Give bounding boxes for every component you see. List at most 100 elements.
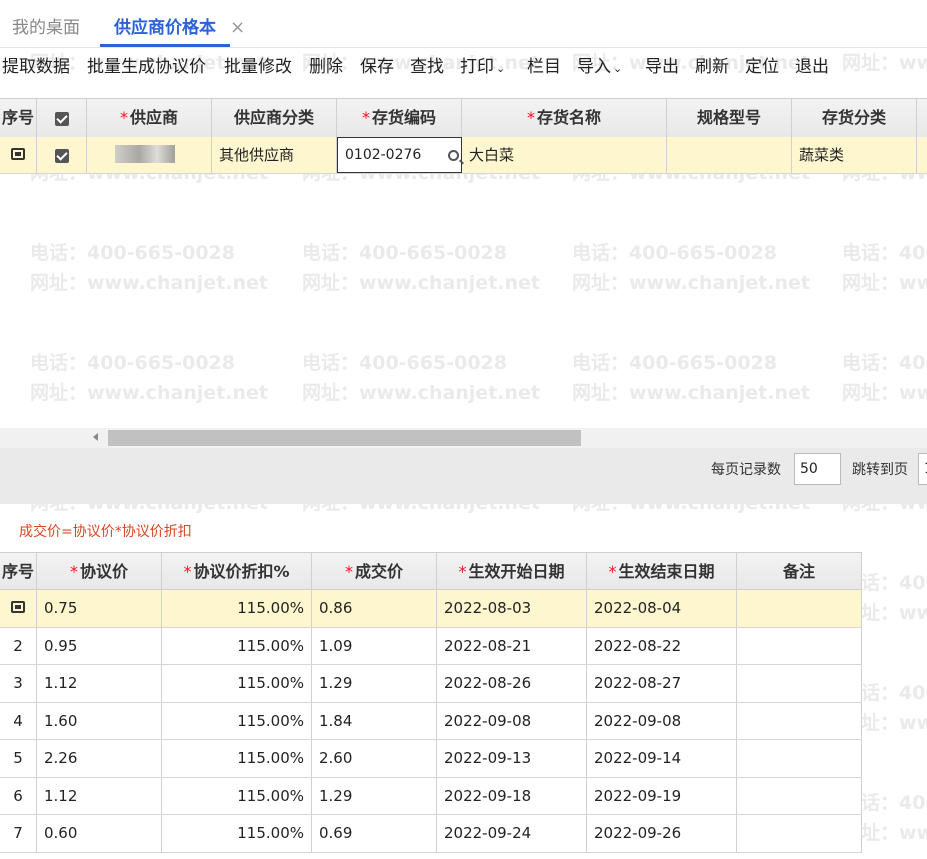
select-all-checkbox[interactable] — [54, 111, 69, 126]
agreed-price-cell[interactable]: 2.26 — [37, 740, 162, 777]
col-header-inventory-category[interactable]: 存货分类 — [792, 99, 917, 137]
agreed-price-cell[interactable]: 0.95 — [37, 627, 162, 664]
index-cell[interactable]: 6 — [0, 777, 37, 814]
end-date-cell[interactable]: 2022-09-19 — [587, 777, 737, 814]
end-date-cell[interactable]: 2022-08-27 — [587, 665, 737, 702]
agreed-price-cell[interactable]: 0.75 — [37, 590, 162, 627]
table-row[interactable]: 4 1.60 115.00% 1.84 2022-09-08 2022-09-08 — [0, 702, 862, 740]
refresh-button[interactable]: 刷新 — [695, 49, 729, 85]
deal-price-cell[interactable]: 1.09 — [312, 627, 437, 664]
discount-cell[interactable]: 115.00% — [162, 702, 312, 739]
inventory-category-cell[interactable]: 蔬菜类 — [792, 137, 917, 173]
agreed-price-cell[interactable]: 1.12 — [37, 665, 162, 702]
discount-cell[interactable]: 115.00% — [162, 777, 312, 814]
end-date-cell[interactable]: 2022-08-22 — [587, 627, 737, 664]
print-button[interactable]: 打印 ⌄ — [460, 49, 505, 85]
index-cell[interactable]: 2 — [0, 627, 37, 664]
end-date-cell[interactable]: 2022-09-26 — [587, 815, 737, 852]
col-header-note[interactable]: 备注 — [737, 553, 862, 589]
inventory-code-cell[interactable]: 0102-0276 — [337, 137, 462, 173]
note-cell[interactable] — [737, 777, 862, 814]
supplier-cell[interactable] — [87, 137, 212, 173]
table-row[interactable]: 2 0.95 115.00% 1.09 2022-08-21 2022-08-22 — [0, 627, 862, 665]
discount-cell[interactable]: 115.00% — [162, 590, 312, 627]
deal-price-cell[interactable]: 2.60 — [312, 740, 437, 777]
discount-cell[interactable]: 115.00% — [162, 627, 312, 664]
deal-price-cell[interactable]: 1.29 — [312, 777, 437, 814]
deal-price-cell[interactable]: 1.29 — [312, 665, 437, 702]
start-date-cell[interactable]: 2022-08-26 — [437, 665, 587, 702]
index-cell[interactable]: 5 — [0, 740, 37, 777]
search-icon[interactable] — [448, 150, 459, 161]
gear-icon[interactable] — [11, 601, 25, 613]
col-header-supplier-category[interactable]: 供应商分类 — [212, 99, 337, 137]
index-cell[interactable]: 3 — [0, 665, 37, 702]
supplier-category-cell[interactable]: 其他供应商 — [212, 137, 337, 173]
note-cell[interactable] — [737, 627, 862, 664]
import-button[interactable]: 导入 ⌄ — [577, 49, 622, 85]
batch-generate-price-button[interactable]: 批量生成协议价 — [87, 49, 206, 85]
index-cell[interactable]: 7 — [0, 815, 37, 852]
table-row[interactable]: 6 1.12 115.00% 1.29 2022-09-18 2022-09-19 — [0, 777, 862, 815]
table-row[interactable]: 5 2.26 115.00% 2.60 2022-09-13 2022-09-14 — [0, 740, 862, 778]
col-header-supplier[interactable]: * 供应商 — [87, 99, 212, 137]
note-cell[interactable] — [737, 815, 862, 852]
columns-button[interactable]: 栏目 — [527, 49, 561, 85]
start-date-cell[interactable]: 2022-09-13 — [437, 740, 587, 777]
col-header-spec[interactable]: 规格型号 — [667, 99, 792, 137]
row-settings-cell[interactable] — [0, 137, 37, 173]
end-date-cell[interactable]: 2022-09-14 — [587, 740, 737, 777]
col-header-agreed-price[interactable]: * 协议价 — [37, 553, 162, 589]
close-icon[interactable]: × — [230, 0, 245, 56]
col-header-discount[interactable]: * 协议价折扣% — [162, 553, 312, 589]
start-date-cell[interactable]: 2022-08-03 — [437, 590, 587, 627]
extract-data-button[interactable]: 提取数据 — [2, 49, 70, 85]
inventory-name-cell[interactable]: 大白菜 — [462, 137, 667, 173]
locate-button[interactable]: 定位 — [745, 49, 779, 85]
save-button[interactable]: 保存 — [360, 49, 394, 85]
start-date-cell[interactable]: 2022-09-18 — [437, 777, 587, 814]
col-header-inventory-code[interactable]: * 存货编码 — [337, 99, 462, 137]
index-cell[interactable] — [0, 590, 37, 627]
tab-home[interactable]: 我的桌面 — [12, 0, 80, 47]
agreed-price-cell[interactable]: 0.60 — [37, 815, 162, 852]
table-row[interactable]: 0.75 115.00% 0.86 2022-08-03 2022-08-04 — [0, 590, 862, 628]
note-cell[interactable] — [737, 702, 862, 739]
discount-cell[interactable]: 115.00% — [162, 815, 312, 852]
gear-icon[interactable] — [11, 148, 25, 160]
col-header-inventory-name[interactable]: * 存货名称 — [462, 99, 667, 137]
end-date-cell[interactable]: 2022-09-08 — [587, 702, 737, 739]
scroll-thumb[interactable] — [108, 430, 581, 446]
start-date-cell[interactable]: 2022-09-08 — [437, 702, 587, 739]
end-date-cell[interactable]: 2022-08-04 — [587, 590, 737, 627]
note-cell[interactable] — [737, 590, 862, 627]
discount-cell[interactable]: 115.00% — [162, 665, 312, 702]
table-row[interactable]: 其他供应商 0102-0276 大白菜 蔬菜类 — [0, 137, 927, 174]
scroll-left-icon[interactable] — [93, 433, 98, 441]
col-header-select[interactable] — [37, 99, 87, 137]
table-row[interactable]: 3 1.12 115.00% 1.29 2022-08-26 2022-08-27 — [0, 665, 862, 703]
col-header-start-date[interactable]: * 生效开始日期 — [437, 553, 587, 589]
export-button[interactable]: 导出 — [645, 49, 679, 85]
find-button[interactable]: 查找 — [410, 49, 444, 85]
per-page-input[interactable]: 50 — [794, 453, 841, 485]
spec-cell[interactable] — [667, 137, 792, 173]
row-select-cell[interactable] — [37, 137, 87, 173]
delete-button[interactable]: 删除 — [309, 49, 343, 85]
note-cell[interactable] — [737, 665, 862, 702]
start-date-cell[interactable]: 2022-08-21 — [437, 627, 587, 664]
horizontal-scrollbar[interactable] — [0, 428, 927, 448]
note-cell[interactable] — [737, 740, 862, 777]
tab-supplier-price-book[interactable]: 供应商价格本 — [100, 0, 230, 47]
deal-price-cell[interactable]: 0.69 — [312, 815, 437, 852]
inventory-code-input[interactable]: 0102-0276 — [337, 137, 462, 173]
table-row[interactable]: 7 0.60 115.00% 0.69 2022-09-24 2022-09-26 — [0, 815, 862, 853]
row-checkbox[interactable] — [54, 148, 69, 163]
deal-price-cell[interactable]: 0.86 — [312, 590, 437, 627]
agreed-price-cell[interactable]: 1.12 — [37, 777, 162, 814]
batch-modify-button[interactable]: 批量修改 — [224, 49, 292, 85]
jump-to-page-input[interactable]: 1 — [918, 453, 927, 485]
col-header-end-date[interactable]: * 生效结束日期 — [587, 553, 737, 589]
exit-button[interactable]: 退出 — [795, 49, 829, 85]
col-header-deal-price[interactable]: * 成交价 — [312, 553, 437, 589]
